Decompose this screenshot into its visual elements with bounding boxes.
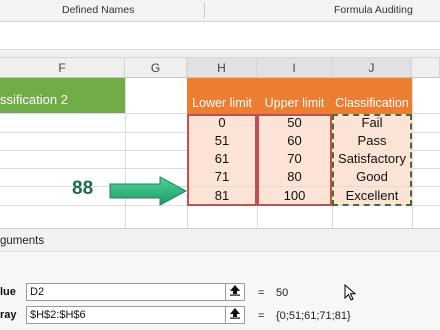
upload-arrow-icon — [230, 285, 240, 296]
classification-2-header[interactable]: ssification 2 — [0, 78, 125, 113]
collapse-dialog-button-1[interactable] — [225, 283, 245, 301]
ribbon-group-formula-auditing: Formula Auditing — [334, 4, 413, 16]
equals-sign: = — [258, 287, 265, 299]
upper-limit-border — [257, 114, 332, 206]
upper-limit-header[interactable]: Upper limit — [257, 78, 332, 114]
grid-top-strip — [0, 50, 440, 58]
lookup-value-result: 50 — [276, 287, 289, 299]
lookup-value-annotation: 88 — [72, 178, 94, 199]
column-header-f[interactable]: F — [0, 58, 125, 78]
formula-bar[interactable] — [0, 22, 440, 50]
ribbon-separator — [204, 2, 205, 18]
function-arguments-dialog: lue D2 = 50 ray $H$2:$H$6 = {0;51;61;71;… — [0, 252, 440, 330]
function-arguments-title: guments — [0, 228, 440, 252]
arg-label-lookup-value: lue — [0, 286, 16, 298]
dialog-title-text: guments — [0, 235, 45, 247]
column-header-k[interactable] — [412, 58, 440, 78]
ribbon-group-labels: Defined Names Formula Auditing — [0, 0, 440, 22]
lower-limit-header[interactable]: Lower limit — [187, 78, 257, 114]
column-header-g[interactable]: G — [125, 58, 187, 78]
collapse-dialog-button-2[interactable] — [225, 306, 245, 324]
upload-arrow-icon — [230, 308, 240, 319]
classification-header[interactable]: Classification — [332, 78, 412, 114]
mouse-pointer-icon — [344, 284, 357, 301]
lookup-array-field[interactable]: $H$2:$H$6 — [26, 306, 226, 324]
arrow-right-icon — [109, 176, 188, 206]
ribbon-group-defined-names: Defined Names — [62, 4, 135, 16]
lookup-value-field[interactable]: D2 — [26, 283, 226, 301]
arg-label-lookup-array: ray — [0, 309, 17, 321]
lower-limit-border — [187, 114, 257, 206]
spreadsheet-grid[interactable]: F G H I J ssification 2 Lower limit Uppe… — [0, 50, 440, 228]
column-header-i[interactable]: I — [257, 58, 332, 78]
column-header-j[interactable]: J — [332, 58, 412, 78]
column-header-h[interactable]: H — [187, 58, 257, 78]
classification-marching-ants — [332, 114, 412, 206]
equals-sign: = — [258, 310, 265, 322]
lookup-array-result: {0;51;61;71;81} — [276, 310, 351, 322]
